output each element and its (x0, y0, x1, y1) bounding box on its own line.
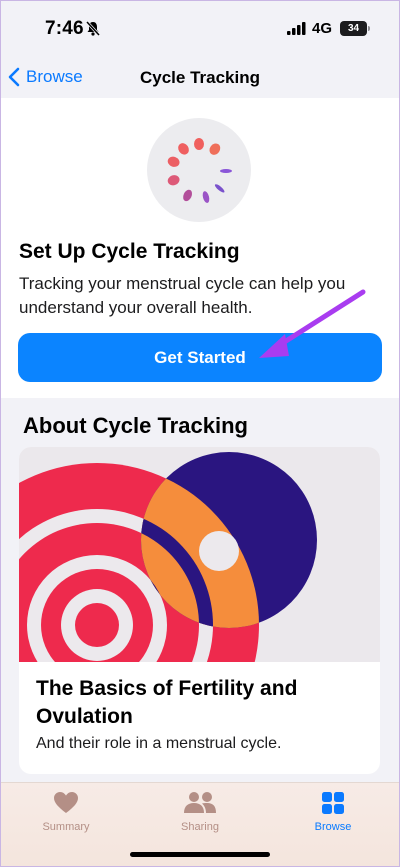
annotation-arrow-icon (259, 289, 366, 358)
page-title: Cycle Tracking (139, 68, 260, 87)
status-time: 7:46 (45, 18, 84, 39)
grid-icon (322, 792, 344, 814)
home-indicator (130, 852, 270, 857)
tab-summary[interactable]: Summary (16, 791, 116, 833)
navigation-bar: Browse Cycle Tracking (0, 56, 400, 98)
battery-icon: 34 (340, 21, 367, 36)
heart-icon (54, 792, 78, 813)
about-heading: About Cycle Tracking (23, 413, 248, 438)
tab-browse-label: Browse (314, 821, 352, 833)
article-title: The Basics of Fertility and Ovulation (36, 677, 298, 728)
status-bar: 7:46 4G 34 (0, 0, 400, 56)
article-subtitle: And their role in a menstrual cycle. (36, 735, 282, 752)
setup-heading: Set Up Cycle Tracking (19, 240, 240, 263)
tab-summary-label: Summary (42, 821, 90, 833)
article-illustration (19, 447, 380, 662)
tab-sharing-label: Sharing (181, 821, 219, 833)
network-type: 4G (312, 20, 333, 37)
muted-bell-icon (85, 20, 101, 42)
cellular-signal-icon (287, 22, 307, 40)
people-icon (184, 792, 216, 813)
battery-nub (368, 26, 370, 31)
tab-sharing[interactable]: Sharing (150, 791, 250, 833)
article-card[interactable]: The Basics of Fertility and Ovulation An… (19, 447, 380, 774)
cycle-tracking-icon (147, 118, 251, 222)
tab-browse[interactable]: Browse (283, 791, 383, 833)
